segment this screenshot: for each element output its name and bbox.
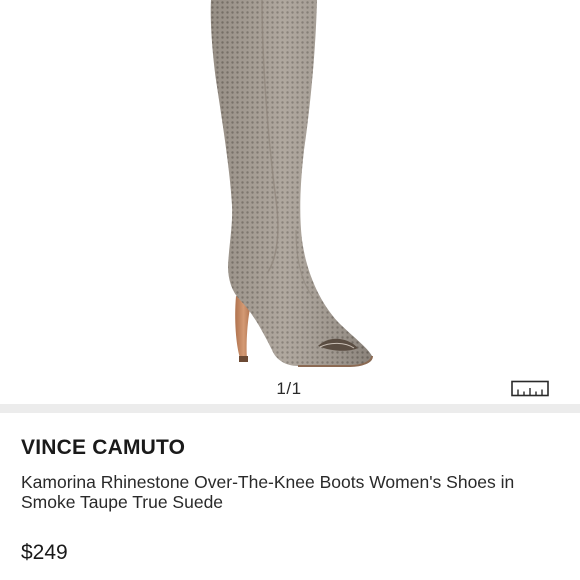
product-image[interactable] bbox=[0, 0, 580, 404]
product-price: $249 bbox=[21, 541, 68, 564]
section-divider bbox=[0, 404, 580, 413]
brand-name[interactable]: VINCE CAMUTO bbox=[21, 436, 185, 460]
ruler-icon[interactable] bbox=[511, 380, 549, 397]
product-title: Kamorina Rhinestone Over-The-Knee Boots … bbox=[21, 472, 515, 512]
image-page-counter: 1/1 bbox=[276, 379, 302, 398]
image-gallery[interactable]: 1/1 bbox=[0, 0, 580, 404]
